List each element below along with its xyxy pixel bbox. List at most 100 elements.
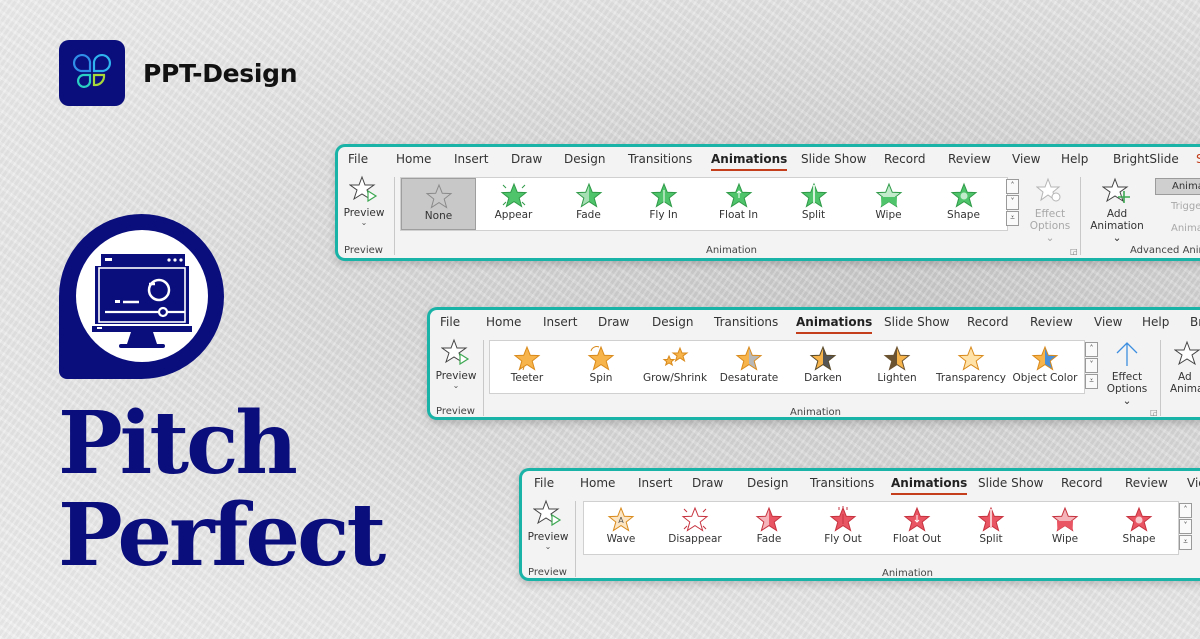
- gallery-item-fly-in[interactable]: Fly In: [626, 178, 701, 230]
- scroll-down-button[interactable]: ˅: [1085, 358, 1098, 373]
- tab-design[interactable]: Design: [747, 471, 788, 495]
- trigger-button[interactable]: Trigger: [1157, 201, 1200, 212]
- tab-design[interactable]: Design: [564, 147, 605, 171]
- gallery-item-float-out[interactable]: Float Out: [880, 502, 954, 554]
- scroll-up-button[interactable]: ˄: [1179, 503, 1192, 518]
- gallery-item-label: Wave: [606, 533, 636, 545]
- add-animation-button[interactable]: Add Animation ⌄: [1086, 177, 1148, 244]
- gallery-item-object-color[interactable]: Object Color: [1008, 341, 1082, 393]
- gallery-item-split[interactable]: Split: [776, 178, 851, 230]
- gallery-item-desaturate[interactable]: Desaturate: [712, 341, 786, 393]
- tab-transitions[interactable]: Transitions: [714, 310, 778, 334]
- tab-animations[interactable]: Animations: [711, 147, 788, 171]
- tab-draw[interactable]: Draw: [511, 147, 542, 171]
- tab-view[interactable]: View: [1012, 147, 1040, 171]
- gallery-item-shape[interactable]: Shape: [926, 178, 1001, 230]
- tab-vie[interactable]: Vie: [1187, 471, 1200, 495]
- tab-review[interactable]: Review: [1125, 471, 1168, 495]
- tab-view[interactable]: View: [1094, 310, 1122, 334]
- gallery-item-wipe[interactable]: Wipe: [1028, 502, 1102, 554]
- effect-options-button[interactable]: Effect Options ⌄: [1028, 177, 1072, 244]
- arrow-up-icon: [1116, 342, 1138, 366]
- gallery-more-button[interactable]: ⩡: [1006, 211, 1019, 226]
- gallery-item-label: Fly In: [649, 209, 678, 221]
- star-wipe-icon: [875, 182, 902, 208]
- tab-slide-show[interactable]: Slide Show: [978, 471, 1043, 495]
- tab-s[interactable]: S: [1196, 147, 1200, 171]
- tab-file[interactable]: File: [440, 310, 460, 334]
- tab-animations[interactable]: Animations: [796, 310, 873, 334]
- gallery-item-fade[interactable]: Fade: [732, 502, 806, 554]
- gallery-item-wave[interactable]: A Wave: [584, 502, 658, 554]
- tab-record[interactable]: Record: [1061, 471, 1102, 495]
- separator: [1160, 340, 1161, 416]
- gallery-item-label: Wipe: [875, 209, 902, 221]
- tab-record[interactable]: Record: [967, 310, 1008, 334]
- tab-slide-show[interactable]: Slide Show: [884, 310, 949, 334]
- gallery-item-fly-out[interactable]: Fly Out: [806, 502, 880, 554]
- animation-painter-button[interactable]: Animation Painter: [1157, 223, 1200, 234]
- animation-painter-label: Animation Painter: [1171, 223, 1200, 234]
- animation-gallery: Teeter Spin Grow/Shrink Desaturate Darken Lig…: [489, 340, 1085, 394]
- gallery-item-appear[interactable]: Appear: [476, 178, 551, 230]
- dialog-launcher-icon[interactable]: ◲: [1150, 408, 1158, 417]
- tab-insert[interactable]: Insert: [543, 310, 577, 334]
- gallery-item-wipe[interactable]: Wipe: [851, 178, 926, 230]
- gallery-item-grow-shrink[interactable]: Grow/Shrink: [638, 341, 712, 393]
- animation-pane-label: Animation Pane: [1172, 181, 1200, 192]
- tab-review[interactable]: Review: [948, 147, 991, 171]
- star-appear-icon: [500, 182, 527, 208]
- gallery-item-transparency[interactable]: Transparency: [934, 341, 1008, 393]
- effect-options-line1: Effect: [1111, 371, 1143, 383]
- gallery-item-teeter[interactable]: Teeter: [490, 341, 564, 393]
- tab-draw[interactable]: Draw: [598, 310, 629, 334]
- scroll-up-button[interactable]: ˄: [1006, 179, 1019, 194]
- tab-slide-show[interactable]: Slide Show: [801, 147, 866, 171]
- gallery-item-shape[interactable]: Shape: [1102, 502, 1176, 554]
- tab-help[interactable]: Help: [1061, 147, 1088, 171]
- tab-br[interactable]: Br: [1190, 310, 1200, 334]
- effect-options-line2: Options ⌄: [1029, 220, 1071, 244]
- gallery-scrollbar[interactable]: ˄ ˅ ⩡: [1006, 179, 1019, 227]
- preview-button[interactable]: Preview ⌄: [526, 499, 570, 551]
- gallery-item-darken[interactable]: Darken: [786, 341, 860, 393]
- tab-file[interactable]: File: [534, 471, 554, 495]
- tab-transitions[interactable]: Transitions: [810, 471, 874, 495]
- scroll-down-button[interactable]: ˅: [1006, 195, 1019, 210]
- gallery-item-float-in[interactable]: Float In: [701, 178, 776, 230]
- gallery-item-split[interactable]: Split: [954, 502, 1028, 554]
- tab-home[interactable]: Home: [580, 471, 615, 495]
- gallery-item-disappear[interactable]: Disappear: [658, 502, 732, 554]
- tab-file[interactable]: File: [348, 147, 368, 171]
- tab-insert[interactable]: Insert: [454, 147, 488, 171]
- animation-pane-button[interactable]: Animation Pane: [1155, 178, 1200, 195]
- chevron-down-icon: ⌄: [452, 381, 460, 390]
- gallery-item-lighten[interactable]: Lighten: [860, 341, 934, 393]
- tab-help[interactable]: Help: [1142, 310, 1169, 334]
- tab-animations[interactable]: Animations: [891, 471, 968, 495]
- scroll-up-button[interactable]: ˄: [1085, 342, 1098, 357]
- gallery-scrollbar[interactable]: ˄ ˅ ⩡: [1179, 503, 1192, 551]
- tab-insert[interactable]: Insert: [638, 471, 672, 495]
- tab-review[interactable]: Review: [1030, 310, 1073, 334]
- tab-record[interactable]: Record: [884, 147, 925, 171]
- tab-brightslide[interactable]: BrightSlide: [1113, 147, 1179, 171]
- tab-transitions[interactable]: Transitions: [628, 147, 692, 171]
- preview-button[interactable]: Preview ⌄: [434, 338, 478, 390]
- add-animation-button[interactable]: Ad Anima: [1166, 340, 1200, 395]
- gallery-more-button[interactable]: ⩡: [1179, 535, 1192, 550]
- tab-design[interactable]: Design: [652, 310, 693, 334]
- add-animation-line1: Ad: [1178, 371, 1192, 383]
- gallery-more-button[interactable]: ⩡: [1085, 374, 1098, 389]
- dialog-launcher-icon[interactable]: ◲: [1070, 247, 1078, 256]
- gallery-scrollbar[interactable]: ˄ ˅ ⩡: [1085, 342, 1098, 390]
- effect-options-button[interactable]: Effect Options ⌄: [1104, 340, 1150, 407]
- tab-home[interactable]: Home: [486, 310, 521, 334]
- tab-home[interactable]: Home: [396, 147, 431, 171]
- tab-draw[interactable]: Draw: [692, 471, 723, 495]
- preview-button[interactable]: Preview ⌄: [342, 175, 386, 227]
- gallery-item-spin[interactable]: Spin: [564, 341, 638, 393]
- gallery-item-none[interactable]: None: [401, 178, 476, 230]
- gallery-item-fade[interactable]: Fade: [551, 178, 626, 230]
- scroll-down-button[interactable]: ˅: [1179, 519, 1192, 534]
